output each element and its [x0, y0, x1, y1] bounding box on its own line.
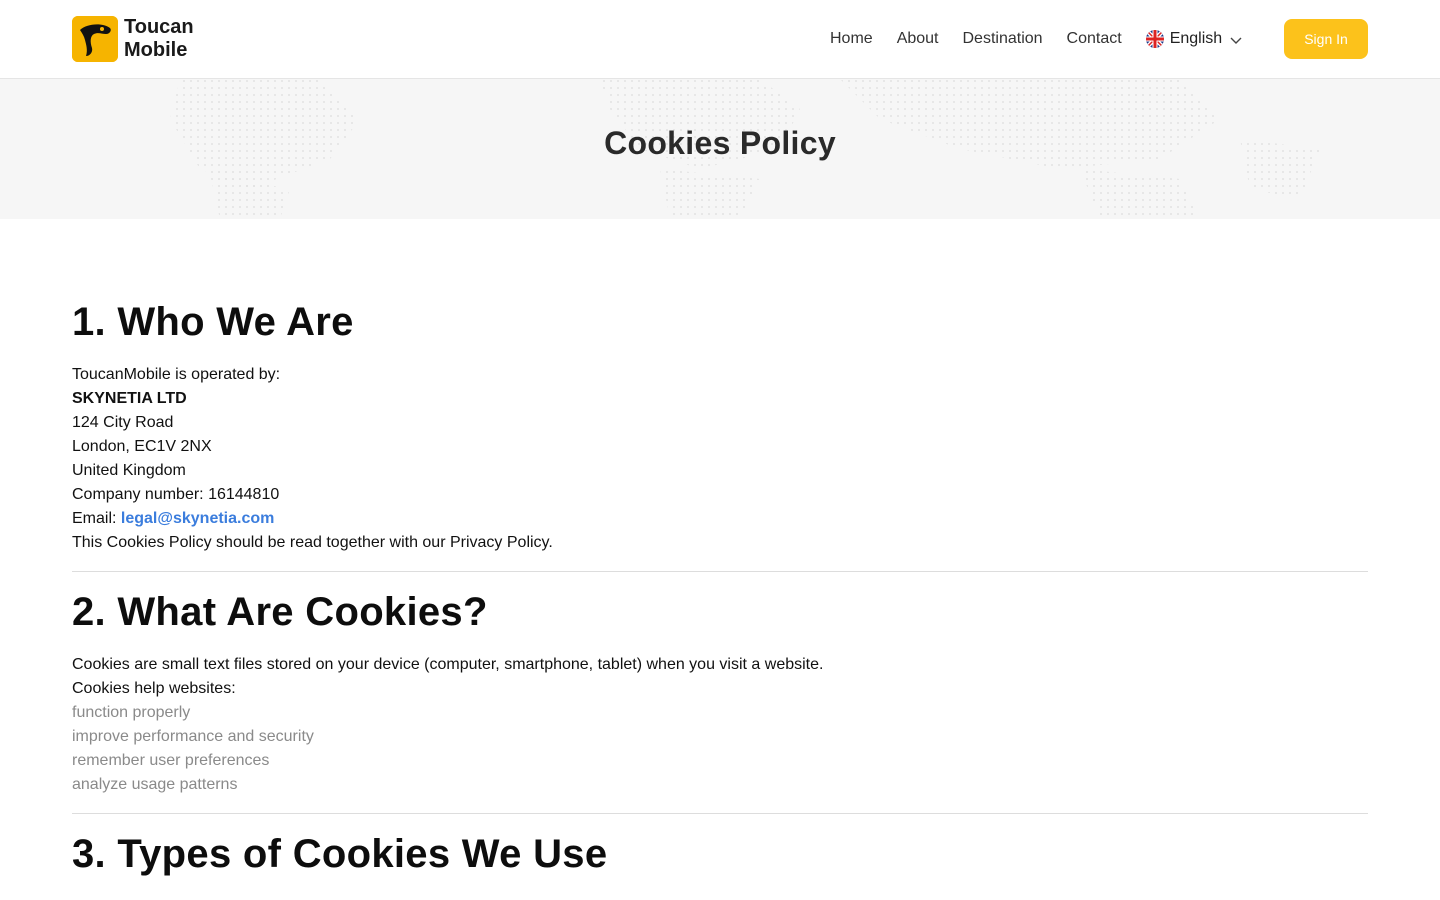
- nav-destination[interactable]: Destination: [963, 28, 1043, 50]
- hero-banner: Cookies Policy: [0, 79, 1440, 219]
- uk-flag-icon: [1145, 30, 1164, 48]
- page-title: Cookies Policy: [604, 125, 836, 161]
- site-header: Toucan Mobile Home About Destination Con…: [0, 0, 1440, 79]
- cookies-help-intro: Cookies help websites:: [72, 680, 236, 697]
- operated-by-text: ToucanMobile is operated by:: [72, 366, 281, 383]
- section-who-we-are: 1. Who We Are ToucanMobile is operated b…: [72, 296, 1368, 555]
- section-body: ToucanMobile is operated by: SKYNETIA LT…: [72, 363, 1368, 555]
- country: United Kingdom: [72, 462, 186, 479]
- email-label: Email:: [72, 510, 121, 527]
- section-heading: 1. Who We Are: [72, 300, 354, 344]
- policy-content: 1. Who We Are ToucanMobile is operated b…: [72, 296, 1368, 880]
- policy-note: This Cookies Policy should be read toget…: [72, 534, 553, 551]
- divider: [72, 571, 1368, 572]
- main-nav: Home About Destination Contact English: [830, 28, 1242, 50]
- email-link[interactable]: legal@skynetia.com: [121, 510, 274, 527]
- list-item: analyze usage patterns: [72, 776, 238, 793]
- cookies-definition: Cookies are small text files stored on y…: [72, 656, 824, 673]
- divider: [72, 813, 1368, 814]
- language-selector[interactable]: English: [1145, 30, 1242, 48]
- list-item: function properly: [72, 704, 191, 721]
- section-heading: 2. What Are Cookies?: [72, 590, 488, 634]
- list-item: improve performance and security: [72, 728, 314, 745]
- nav-about[interactable]: About: [897, 28, 939, 50]
- address-line-2: London, EC1V 2NX: [72, 438, 212, 455]
- logo-line-1: Toucan: [124, 16, 194, 38]
- section-heading: 3. Types of Cookies We Use: [72, 832, 608, 876]
- nav-contact[interactable]: Contact: [1067, 28, 1122, 50]
- list-item: remember user preferences: [72, 752, 270, 769]
- logo-text: Toucan Mobile: [124, 16, 194, 62]
- logo-line-2: Mobile: [124, 39, 188, 61]
- logo[interactable]: Toucan Mobile: [72, 16, 194, 62]
- address-line-1: 124 City Road: [72, 414, 174, 431]
- section-types-of-cookies: 3. Types of Cookies We Use: [72, 828, 1368, 880]
- company-name: SKYNETIA LTD: [72, 390, 187, 407]
- chevron-down-icon: [1230, 33, 1242, 45]
- nav-home[interactable]: Home: [830, 28, 873, 50]
- sign-in-button[interactable]: Sign In: [1284, 19, 1368, 59]
- toucan-logo-icon: [72, 16, 118, 62]
- section-what-are-cookies: 2. What Are Cookies? Cookies are small t…: [72, 586, 1368, 797]
- email-row: Email: legal@skynetia.com: [72, 507, 1368, 531]
- language-label: English: [1169, 30, 1223, 47]
- company-number: Company number: 16144810: [72, 486, 280, 503]
- section-body: Cookies are small text files stored on y…: [72, 653, 1368, 797]
